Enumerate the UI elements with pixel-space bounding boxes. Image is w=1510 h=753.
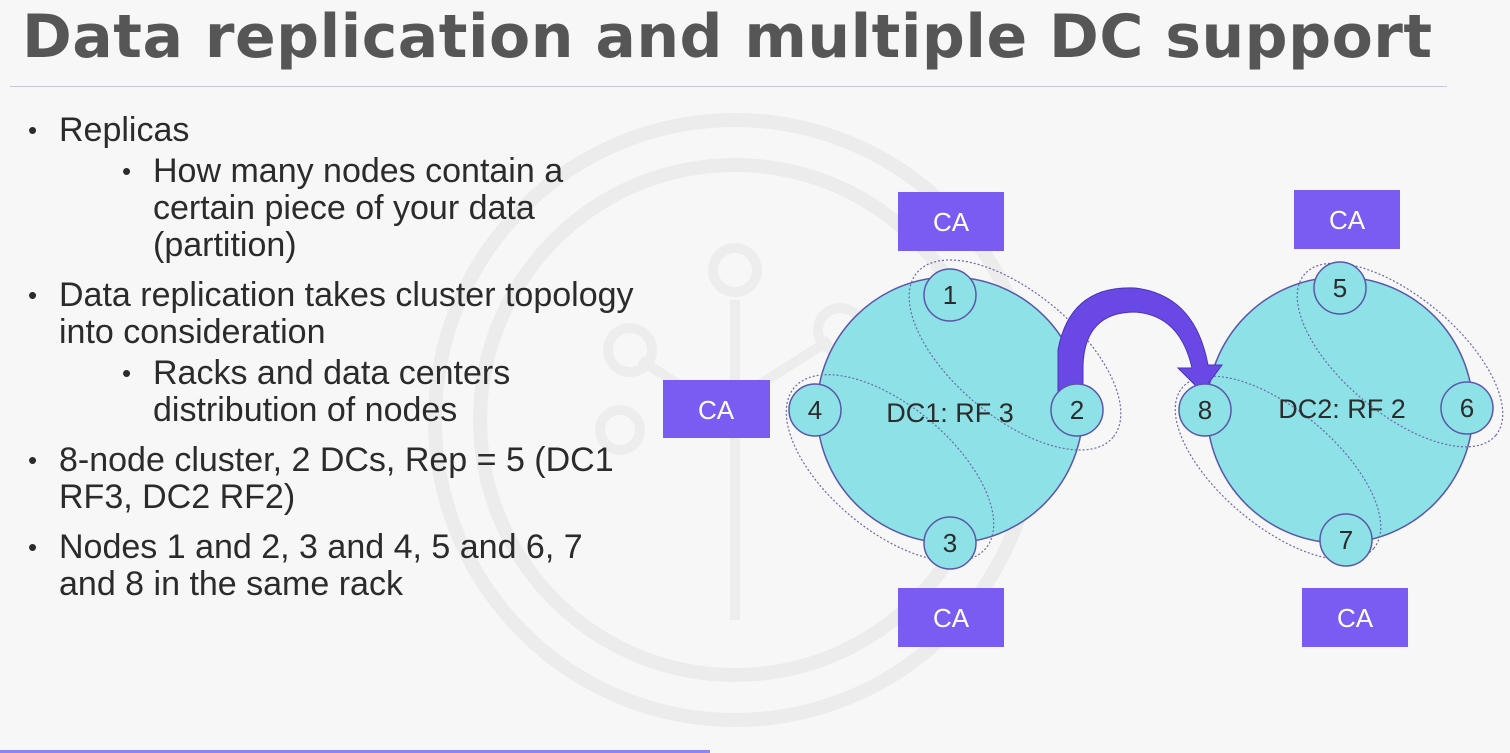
- svg-text:8: 8: [1198, 395, 1212, 425]
- node-7: 7: [1319, 513, 1373, 567]
- client-app-dc1-bottom: CA: [898, 588, 1004, 647]
- node-3: 3: [923, 516, 977, 570]
- dc2-label: DC2: RF 2: [1278, 394, 1406, 424]
- svg-text:5: 5: [1333, 273, 1347, 303]
- svg-text:CA: CA: [698, 395, 735, 425]
- svg-text:7: 7: [1339, 525, 1353, 555]
- client-app-dc1-left: CA: [663, 380, 770, 438]
- node-8: 8: [1178, 383, 1232, 437]
- svg-text:2: 2: [1070, 395, 1084, 425]
- svg-text:6: 6: [1460, 393, 1474, 423]
- curved-arrow-icon: [1057, 287, 1223, 393]
- client-app-dc2-top: CA: [1294, 190, 1400, 249]
- svg-text:CA: CA: [933, 207, 970, 237]
- svg-text:CA: CA: [933, 603, 970, 633]
- svg-text:CA: CA: [1337, 603, 1374, 633]
- node-1: 1: [923, 268, 977, 322]
- node-5: 5: [1313, 261, 1367, 315]
- svg-text:3: 3: [943, 528, 957, 558]
- svg-text:4: 4: [808, 395, 822, 425]
- node-2: 2: [1050, 383, 1104, 437]
- replication-diagram: DC1: RF 3 DC2: RF 2 1 2 3 4 5 6 7 8 CA C…: [663, 190, 1504, 647]
- client-app-dc2-bottom: CA: [1302, 588, 1408, 647]
- node-6: 6: [1440, 381, 1494, 435]
- dc1-label: DC1: RF 3: [886, 398, 1014, 428]
- client-app-dc1-top: CA: [898, 192, 1004, 251]
- node-4: 4: [788, 383, 842, 437]
- svg-text:1: 1: [943, 280, 957, 310]
- svg-text:CA: CA: [1329, 205, 1366, 235]
